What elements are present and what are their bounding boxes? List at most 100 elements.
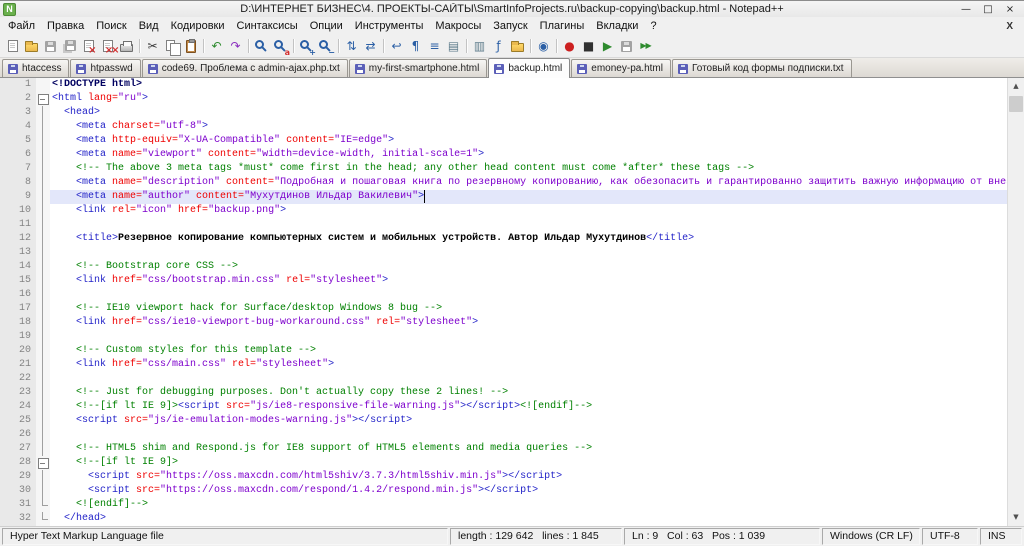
copy-icon[interactable] bbox=[162, 37, 181, 56]
user-defined-dialog-icon[interactable]: ▤ bbox=[444, 37, 463, 56]
line-number[interactable]: 26 bbox=[0, 428, 31, 442]
code-line[interactable]: <title>Резервное копирование компьютерны… bbox=[50, 232, 1007, 246]
line-number[interactable]: 18 bbox=[0, 316, 31, 330]
code-line[interactable]: <!-- Bootstrap core CSS --> bbox=[50, 260, 1007, 274]
fold-collapse-marker[interactable] bbox=[36, 92, 50, 106]
stop-recording-icon[interactable]: ■ bbox=[579, 37, 598, 56]
line-number[interactable]: 17 bbox=[0, 302, 31, 316]
line-number[interactable]: 5 bbox=[0, 134, 31, 148]
cursor-position-panel[interactable]: Ln : 9 Col : 63 Pos : 1 039 bbox=[624, 528, 820, 545]
sync-horizontal-scroll-icon[interactable]: ⇄ bbox=[361, 37, 380, 56]
line-number[interactable]: 7 bbox=[0, 162, 31, 176]
line-number[interactable]: 27 bbox=[0, 442, 31, 456]
code-line[interactable]: <!--[if lt IE 9]> bbox=[50, 456, 1007, 470]
tab-2[interactable]: htpasswd bbox=[70, 59, 141, 77]
menu-item-10[interactable]: Запуск bbox=[487, 19, 533, 33]
replace-icon[interactable]: a bbox=[271, 37, 290, 57]
code-line[interactable]: <!-- HTML5 shim and Respond.js for IE8 s… bbox=[50, 442, 1007, 456]
line-number[interactable]: 8 bbox=[0, 176, 31, 190]
word-wrap-icon[interactable]: ↩ bbox=[387, 37, 406, 56]
menu-item-7[interactable]: Опции bbox=[304, 19, 349, 33]
code-line[interactable]: <head> bbox=[50, 106, 1007, 120]
code-line[interactable]: <meta charset="utf-8"> bbox=[50, 120, 1007, 134]
minimize-button[interactable]: — bbox=[955, 2, 977, 17]
function-list-icon[interactable]: ƒ bbox=[489, 37, 508, 56]
line-number[interactable]: 23 bbox=[0, 386, 31, 400]
cut-icon[interactable]: ✂ bbox=[143, 37, 162, 56]
line-number[interactable]: 15 bbox=[0, 274, 31, 288]
record-macro-icon[interactable]: ● bbox=[560, 37, 579, 56]
line-number[interactable]: 3 bbox=[0, 106, 31, 120]
indent-guide-icon[interactable]: ≡ bbox=[425, 37, 444, 56]
line-number[interactable]: 24 bbox=[0, 400, 31, 414]
line-number[interactable]: 30 bbox=[0, 484, 31, 498]
line-number[interactable]: 20 bbox=[0, 344, 31, 358]
print-icon[interactable] bbox=[117, 37, 136, 56]
doc-length-panel[interactable]: length : 129 642 lines : 1 845 bbox=[450, 528, 622, 545]
line-number[interactable]: 10 bbox=[0, 204, 31, 218]
line-number[interactable]: 9 bbox=[0, 190, 31, 204]
code-line[interactable]: <meta name="viewport" content="width=dev… bbox=[50, 148, 1007, 162]
playback-macro-icon[interactable]: ▶ bbox=[598, 37, 617, 56]
line-number[interactable]: 12 bbox=[0, 232, 31, 246]
code-line[interactable]: <link rel="icon" href="backup.png"> bbox=[50, 204, 1007, 218]
line-number[interactable]: 31 bbox=[0, 498, 31, 512]
code-line[interactable]: <script src="js/ie-emulation-modes-warni… bbox=[50, 414, 1007, 428]
code-line[interactable]: <!-- Custom styles for this template --> bbox=[50, 344, 1007, 358]
line-number[interactable]: 21 bbox=[0, 358, 31, 372]
encoding-panel[interactable]: UTF-8 bbox=[922, 528, 978, 545]
code-line[interactable] bbox=[50, 372, 1007, 386]
menu-item-11[interactable]: Плагины bbox=[534, 19, 591, 33]
tab-6[interactable]: emoney-pa.html bbox=[571, 59, 671, 77]
new-file-icon[interactable] bbox=[3, 37, 22, 56]
line-number[interactable]: 4 bbox=[0, 120, 31, 134]
redo-icon[interactable]: ↷ bbox=[226, 37, 245, 56]
tab-5[interactable]: backup.html bbox=[488, 58, 571, 78]
scroll-down-arrow-icon[interactable]: ▼ bbox=[1008, 509, 1024, 526]
line-number[interactable]: 14 bbox=[0, 260, 31, 274]
menu-item-3[interactable]: Поиск bbox=[90, 19, 132, 33]
line-number[interactable]: 6 bbox=[0, 148, 31, 162]
menu-item-4[interactable]: Вид bbox=[133, 19, 165, 33]
paste-icon[interactable] bbox=[181, 37, 200, 56]
doc-type-panel[interactable]: Hyper Text Markup Language file bbox=[2, 528, 448, 545]
menu-item-2[interactable]: Правка bbox=[41, 19, 90, 33]
scrollbar-thumb[interactable] bbox=[1009, 96, 1023, 112]
code-line[interactable]: <html lang="ru"> bbox=[50, 92, 1007, 106]
code-line[interactable]: </head> bbox=[50, 512, 1007, 526]
sync-vertical-scroll-icon[interactable]: ⇅ bbox=[342, 37, 361, 56]
line-number[interactable]: 13 bbox=[0, 246, 31, 260]
zoom-in-icon[interactable]: + bbox=[297, 37, 316, 57]
menu-item-1[interactable]: Файл bbox=[2, 19, 41, 33]
title-bar[interactable]: N D:\ИНТЕРНЕТ БИЗНЕС\4. ПРОЕКТЫ-САЙТЫ\Sm… bbox=[0, 0, 1024, 17]
code-line[interactable] bbox=[50, 246, 1007, 260]
close-icon[interactable] bbox=[79, 37, 98, 56]
line-number[interactable]: 16 bbox=[0, 288, 31, 302]
menu-item-6[interactable]: Синтаксисы bbox=[231, 19, 304, 33]
document-map-icon[interactable]: ▥ bbox=[470, 37, 489, 56]
code-line[interactable]: <link href="css/bootstrap.min.css" rel="… bbox=[50, 274, 1007, 288]
vertical-scrollbar[interactable]: ▲ ▼ bbox=[1007, 78, 1024, 526]
code-line[interactable]: <!-- Just for debugging purposes. Don't … bbox=[50, 386, 1007, 400]
tab-1[interactable]: htaccess bbox=[2, 59, 70, 77]
line-number[interactable]: 11 bbox=[0, 218, 31, 232]
menu-close-button[interactable]: X bbox=[995, 21, 1024, 32]
close-all-icon[interactable] bbox=[98, 37, 117, 56]
line-number[interactable]: 2 bbox=[0, 92, 31, 106]
save-icon[interactable] bbox=[41, 37, 60, 56]
code-line[interactable] bbox=[50, 218, 1007, 232]
menu-item-5[interactable]: Кодировки bbox=[165, 19, 231, 33]
show-all-characters-icon[interactable]: ¶ bbox=[406, 37, 425, 56]
menu-item-12[interactable]: Вкладки bbox=[590, 19, 644, 33]
fold-collapse-marker[interactable] bbox=[36, 456, 50, 470]
menu-item-9[interactable]: Макросы bbox=[429, 19, 487, 33]
code-line[interactable]: <link href="css/main.css" rel="styleshee… bbox=[50, 358, 1007, 372]
restore-button[interactable]: □ bbox=[977, 2, 999, 17]
code-line[interactable]: <!--[if lt IE 9]><script src="js/ie8-res… bbox=[50, 400, 1007, 414]
tab-7[interactable]: Готовый код формы подписки.txt bbox=[671, 59, 852, 77]
line-number[interactable]: 25 bbox=[0, 414, 31, 428]
code-line[interactable]: <meta http-equiv="X-UA-Compatible" conte… bbox=[50, 134, 1007, 148]
line-number[interactable]: 1 bbox=[0, 78, 31, 92]
code-line[interactable]: <script src="https://oss.maxcdn.com/html… bbox=[50, 470, 1007, 484]
code-line[interactable]: <script src="https://oss.maxcdn.com/resp… bbox=[50, 484, 1007, 498]
